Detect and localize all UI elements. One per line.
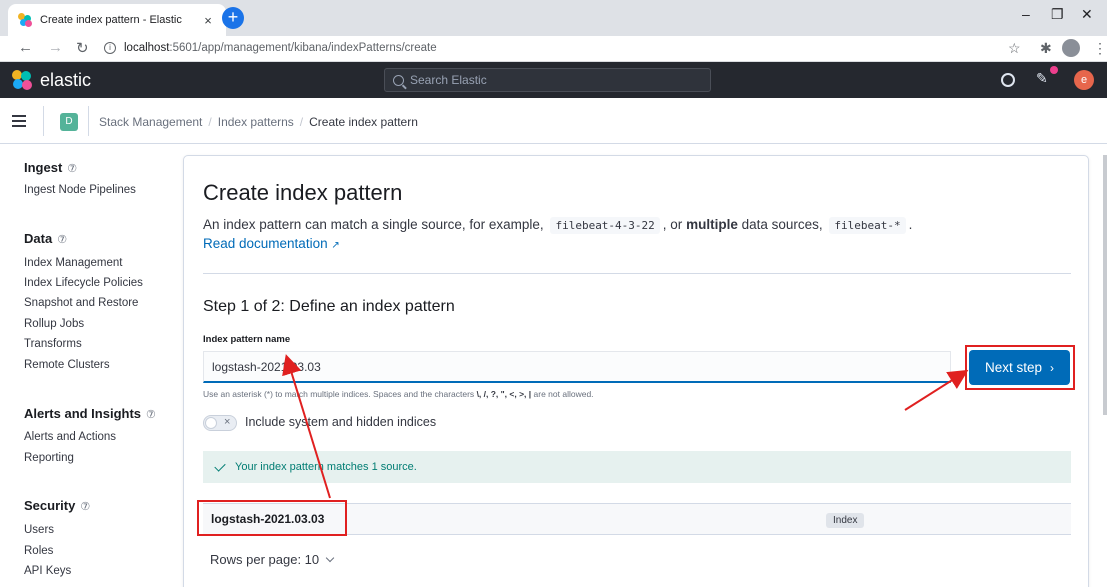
annotation-arrow-to-button <box>904 369 969 411</box>
annotation-arrow-to-input <box>282 354 331 499</box>
annotation-arrows <box>282 354 969 499</box>
page-scrollbar[interactable] <box>1103 155 1107 415</box>
